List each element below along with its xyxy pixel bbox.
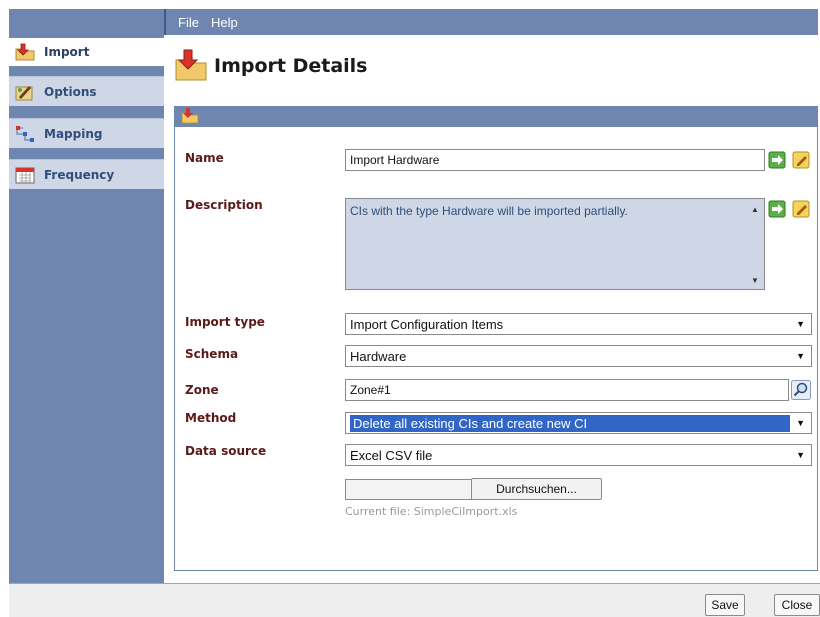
data-source-value: Excel CSV file: [350, 447, 433, 463]
save-button[interactable]: Save: [705, 594, 745, 616]
mapping-icon: [12, 123, 38, 145]
page-title: Import Details: [214, 55, 368, 77]
chevron-down-icon: ▼: [796, 319, 805, 329]
import-type-select[interactable]: Import Configuration Items ▼: [345, 313, 812, 335]
translate-icon[interactable]: [767, 199, 787, 219]
edit-note-icon[interactable]: [791, 150, 811, 170]
description-text: CIs with the type Hardware will be impor…: [350, 204, 628, 218]
chevron-down-icon: ▼: [796, 450, 805, 460]
sidebar: Import Options Mapping Frequency: [9, 9, 164, 583]
main-content: Import Details Name Import Hardware Desc…: [164, 35, 818, 583]
options-icon: [12, 81, 38, 103]
method-select[interactable]: Delete all existing CIs and create new C…: [345, 412, 812, 434]
sidebar-item-label: Frequency: [44, 167, 115, 182]
menu-help[interactable]: Help: [211, 15, 238, 30]
close-button[interactable]: Close: [774, 594, 820, 616]
data-source-select[interactable]: Excel CSV file ▼: [345, 444, 812, 466]
name-label: Name: [185, 151, 224, 165]
menu-file[interactable]: File: [178, 15, 199, 30]
panel-header-bar: [175, 107, 817, 127]
method-value: Delete all existing CIs and create new C…: [350, 414, 791, 432]
sidebar-item-frequency[interactable]: Frequency: [9, 159, 164, 189]
import-type-value: Import Configuration Items: [350, 316, 504, 332]
zone-input[interactable]: Zone#1: [345, 379, 789, 401]
page-header: Import Details: [174, 48, 367, 84]
frequency-icon: [12, 164, 38, 186]
sidebar-item-mapping[interactable]: Mapping: [9, 118, 164, 148]
sidebar-item-options[interactable]: Options: [9, 76, 164, 106]
description-scrollbar[interactable]: ▲ ▼: [747, 199, 764, 289]
sidebar-item-label: Import: [44, 45, 90, 59]
zone-label: Zone: [185, 383, 219, 397]
sidebar-item-import[interactable]: Import: [9, 38, 164, 66]
menu-bar: File Help: [164, 9, 818, 35]
browse-button[interactable]: Durchsuchen...: [471, 478, 602, 500]
name-input[interactable]: Import Hardware: [345, 149, 765, 171]
sidebar-item-label: Options: [44, 84, 97, 99]
import-wizard-window: Import Options Mapping Frequency File He…: [0, 0, 820, 617]
import-folder-icon: [181, 107, 199, 127]
scroll-down-icon[interactable]: ▼: [751, 276, 759, 285]
data-source-label: Data source: [185, 444, 267, 458]
schema-value: Hardware: [350, 348, 407, 364]
import-type-label: Import type: [185, 315, 265, 329]
edit-note-icon[interactable]: [791, 199, 811, 219]
translate-icon[interactable]: [767, 150, 787, 170]
import-details-panel: Name Import Hardware Description CIs wit…: [174, 106, 818, 571]
description-label: Description: [185, 198, 263, 212]
sidebar-item-label: Mapping: [44, 126, 103, 141]
search-icon[interactable]: [791, 380, 811, 400]
schema-select[interactable]: Hardware ▼: [345, 345, 812, 367]
import-folder-icon: [12, 41, 38, 63]
footer-bar: Save Close: [9, 583, 820, 617]
scroll-up-icon[interactable]: ▲: [751, 205, 759, 214]
description-textarea[interactable]: CIs with the type Hardware will be impor…: [345, 198, 765, 290]
current-file-text: Current file: SimpleCiImport.xls: [345, 505, 518, 518]
method-label: Method: [185, 411, 237, 425]
chevron-down-icon: ▼: [796, 418, 805, 428]
import-details-icon: [174, 49, 208, 84]
schema-label: Schema: [185, 347, 239, 361]
chevron-down-icon: ▼: [796, 351, 805, 361]
file-path-input[interactable]: [345, 479, 472, 500]
